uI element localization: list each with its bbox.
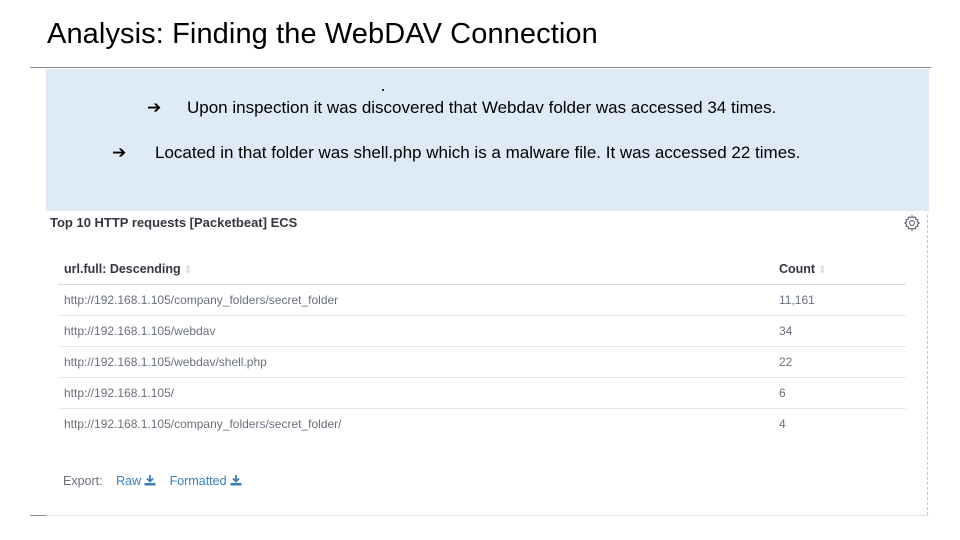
- slide-title: Analysis: Finding the WebDAV Connection: [47, 18, 598, 50]
- arrow-icon: ➔: [147, 98, 162, 117]
- count-cell: 6: [779, 386, 786, 400]
- http-requests-panel: Top 10 HTTP requests [Packetbeat] ECS ur…: [46, 211, 929, 516]
- export-raw-label: Raw: [116, 474, 142, 488]
- data-table: url.full: Descending ⇕ Count ⇕ http://192.…: [58, 255, 906, 439]
- table-header: url.full: Descending ⇕ Count ⇕: [58, 255, 906, 285]
- url-cell[interactable]: http://192.168.1.105/webdav: [64, 324, 215, 338]
- url-cell[interactable]: http://192.168.1.105/: [64, 386, 174, 400]
- speck-dot: [382, 89, 384, 91]
- table-row: http://192.168.1.105/ 6: [58, 378, 906, 409]
- download-icon: [230, 475, 242, 486]
- url-cell[interactable]: http://192.168.1.105/company_folders/sec…: [64, 293, 338, 307]
- bullet-item-2: ➔ Located in that folder was shell.php wh…: [112, 143, 800, 163]
- bottom-divider: [30, 515, 46, 516]
- column-header-count-label: Count: [779, 262, 816, 276]
- bullet-item-1: ➔ Upon inspection it was discovered that …: [147, 98, 776, 118]
- export-formatted-link[interactable]: Formatted: [170, 474, 242, 488]
- count-cell: 22: [779, 355, 793, 369]
- count-cell: 11,161: [779, 293, 815, 307]
- column-header-url-label: url.full: Descending: [64, 262, 181, 276]
- export-label: Export:: [63, 474, 103, 488]
- sort-icon: ⇕: [818, 265, 827, 276]
- url-cell[interactable]: http://192.168.1.105/webdav/shell.php: [64, 355, 267, 369]
- url-cell[interactable]: http://192.168.1.105/company_folders/sec…: [64, 417, 342, 431]
- bullet-box: ➔ Upon inspection it was discovered that …: [46, 69, 929, 211]
- bullet-text-2: Located in that folder was shell.php whi…: [155, 143, 801, 162]
- count-cell: 34: [779, 324, 793, 338]
- column-header-count[interactable]: Count ⇕: [779, 262, 827, 276]
- column-header-url[interactable]: url.full: Descending ⇕: [64, 262, 192, 276]
- export-formatted-label: Formatted: [169, 474, 227, 488]
- panel-title: Top 10 HTTP requests [Packetbeat] ECS: [50, 215, 298, 230]
- table-row: http://192.168.1.105/webdav/shell.php 22: [58, 347, 906, 378]
- sort-icon: ⇕: [183, 265, 193, 276]
- export-bar: Export: Raw Formatted: [63, 474, 242, 488]
- table-row: http://192.168.1.105/company_folders/sec…: [58, 285, 906, 316]
- arrow-icon: ➔: [112, 143, 127, 162]
- download-icon: [144, 475, 156, 486]
- title-divider: [30, 67, 931, 68]
- table-row: http://192.168.1.105/webdav 34: [58, 316, 906, 347]
- panel-border: [927, 215, 928, 515]
- count-cell: 4: [779, 417, 786, 431]
- table-row: http://192.168.1.105/company_folders/sec…: [58, 409, 906, 439]
- export-raw-link[interactable]: Raw: [116, 474, 156, 488]
- bullet-text-1: Upon inspection it was discovered that W…: [187, 98, 777, 117]
- panel-bottom-border: [46, 515, 929, 516]
- gear-icon[interactable]: [903, 214, 921, 232]
